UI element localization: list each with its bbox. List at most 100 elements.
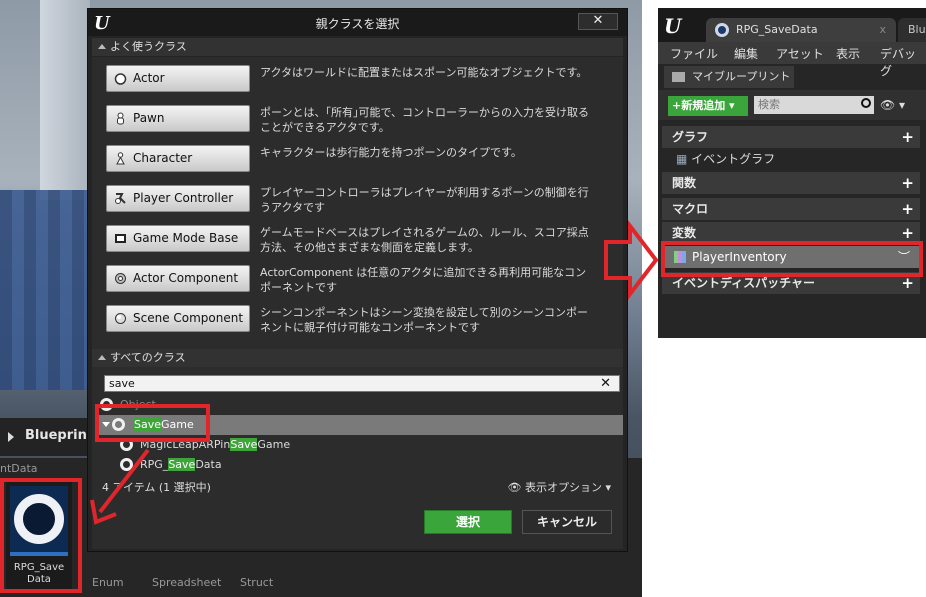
class-description: ActorComponent は任意のアクタに追加できる再利用可能なコンポーネン…	[260, 266, 587, 294]
all-classes-header[interactable]: すべてのクラス	[92, 349, 623, 367]
all-classes-label: すべてのクラス	[110, 351, 186, 364]
class-description: プレイヤーコントローラはプレイヤーが利用するポーンの制御を行うアクタです	[260, 186, 589, 214]
class-description: キャラクターは歩行能力を持つポーンのタイプです。	[260, 146, 522, 159]
clear-search-icon[interactable]: ✕	[600, 376, 611, 391]
plus-icon: +	[672, 99, 682, 112]
view-options-button[interactable]: 👁 表示オプション ▾	[508, 479, 612, 495]
class-description: シーンコンポーネントはシーン変換を設定して別のシーンコンポーネントに親子付け可能…	[260, 306, 589, 334]
add-function-icon[interactable]: +	[901, 172, 914, 194]
menu-asset[interactable]: アセット	[776, 45, 824, 62]
category-label: マクロ	[672, 202, 709, 216]
player-controller-icon	[115, 193, 126, 204]
event-graph-label: イベントグラフ	[691, 152, 776, 166]
category-functions[interactable]: 関数 +	[662, 172, 920, 194]
game-mode-base-class-button[interactable]: Game Mode Base	[106, 225, 250, 252]
common-class-row: Actor アクタはワールドに配置またはスポーン可能なオブジェクトです。	[92, 57, 623, 97]
common-class-row: Actor Component ActorComponent は任意のアクタに追…	[92, 257, 623, 297]
blueprint-strip: Blueprint	[0, 418, 94, 456]
add-new-label: 新規追加	[681, 99, 726, 112]
category-graphs[interactable]: グラフ +	[662, 126, 920, 148]
view-options-eye-icon[interactable]: 👁 ▾	[880, 98, 905, 112]
menu-file[interactable]: ファイル	[670, 45, 718, 62]
event-graph-item[interactable]: ▦ イベントグラフ	[662, 148, 920, 170]
view-options-label: 表示オプション	[524, 481, 602, 494]
common-class-row: Pawn ポーンとは、｢所有｣可能で、コントローラーからの入力を受け取ることがで…	[92, 97, 623, 137]
asset-label-enum: Enum	[92, 576, 124, 589]
search-placeholder: 検索	[758, 98, 780, 111]
viewport-scene-object	[40, 0, 90, 200]
actor-component-class-button[interactable]: Actor Component	[106, 265, 250, 292]
highlight-asset-box	[0, 478, 82, 593]
game-mode-icon	[115, 234, 126, 243]
blueprint-editor-panel: U RPG_SaveData x Blu ファイル 編集 アセット 表示 デバッ…	[658, 8, 926, 338]
cancel-button[interactable]: キャンセル	[522, 510, 612, 534]
class-button-label: Game Mode Base	[133, 231, 239, 245]
class-search-input[interactable]: save ✕	[104, 375, 620, 392]
tab-rpg-savedata[interactable]: RPG_SaveData x	[706, 18, 896, 42]
scene-component-icon	[115, 313, 126, 324]
common-class-row: Game Mode Base ゲームモードベースはプレイされるゲームの、ルール、…	[92, 217, 623, 257]
collapse-arrow-icon	[98, 44, 106, 49]
class-button-label: Scene Component	[133, 311, 244, 325]
book-icon	[672, 72, 685, 82]
actor-component-icon	[115, 273, 126, 284]
class-ring-icon	[120, 458, 133, 471]
class-description: ポーンとは、｢所有｣可能で、コントローラーからの入力を受け取ることができるアクタ…	[260, 106, 590, 134]
editor-titlebar: U RPG_SaveData x Blu	[658, 8, 926, 42]
add-macro-icon[interactable]: +	[901, 198, 914, 220]
scene-component-class-button[interactable]: Scene Component	[106, 305, 250, 332]
add-new-button[interactable]: +新規追加 ▾	[668, 96, 748, 116]
pawn-class-button[interactable]: Pawn	[106, 105, 250, 132]
event-graph-icon: ▦	[676, 152, 692, 166]
all-classes-panel: すべてのクラス save ✕ Object SaveGame MagicLeap…	[92, 349, 623, 549]
menu-bar: ファイル 編集 アセット 表示 デバッグ	[658, 42, 926, 78]
blueprint-label: Blueprint	[25, 428, 94, 443]
item-count: 4 アイテム (1 選択中)	[102, 481, 211, 494]
actor-icon	[114, 73, 127, 85]
viewport-floor	[0, 190, 90, 390]
search-match: Save	[230, 438, 258, 451]
menu-view[interactable]: 表示	[836, 45, 860, 62]
common-class-row: Scene Component シーンコンポーネントはシーン変換を設定して別のシ…	[92, 297, 623, 337]
tab-my-blueprint[interactable]: マイブループリント	[664, 66, 794, 88]
class-button-label: Player Controller	[133, 191, 234, 205]
highlight-variable-box	[661, 241, 923, 277]
class-button-label: Pawn	[133, 111, 165, 125]
common-classes-label: よく使うクラス	[110, 40, 187, 53]
category-macros[interactable]: マクロ +	[662, 198, 920, 220]
pick-parent-class-dialog: U 親クラスを選択 ✕ よく使うクラス Actor アクタはワールドに配置または…	[87, 8, 628, 552]
asset-label-spreadsheet: Spreadsheet	[152, 576, 222, 589]
tree-row-rpg-savedata[interactable]: RPG_SaveData	[96, 455, 623, 475]
chevron-down-icon: ▾	[601, 481, 611, 494]
close-button[interactable]: ✕	[578, 13, 618, 30]
menu-debug[interactable]: デバッグ	[880, 45, 926, 79]
highlight-savegame-box	[95, 404, 210, 442]
class-button-label: Actor Component	[133, 271, 239, 285]
class-search-value: save	[109, 377, 135, 390]
dialog-title: 親クラスを選択	[315, 17, 400, 31]
search-match: Save	[168, 458, 196, 471]
dialog-titlebar: U 親クラスを選択 ✕	[88, 9, 627, 36]
tab-close-icon[interactable]: x	[879, 18, 886, 42]
category-label: グラフ	[672, 130, 709, 144]
category-label: 変数	[672, 226, 697, 240]
character-class-button[interactable]: Character	[106, 145, 250, 172]
menu-edit[interactable]: 編集	[734, 45, 758, 62]
category-label: イベントディスパッチャー	[672, 276, 816, 290]
chevron-down-icon: ▾	[725, 99, 735, 112]
savegame-ring-icon	[715, 23, 729, 37]
common-class-row: Character キャラクターは歩行能力を持つポーンのタイプです。	[92, 137, 623, 177]
tab-blueprint[interactable]: Blu	[898, 18, 926, 42]
select-button[interactable]: 選択	[424, 510, 512, 534]
unreal-logo-icon: U	[664, 14, 682, 38]
collapse-arrow-icon[interactable]	[8, 432, 14, 442]
player-controller-class-button[interactable]: Player Controller	[106, 185, 250, 212]
my-blueprint-toolbar: +新規追加 ▾ 検索 👁 ▾	[658, 90, 926, 120]
actor-class-button[interactable]: Actor	[106, 65, 250, 92]
class-button-label: Actor	[133, 71, 165, 85]
blueprint-search-input[interactable]: 検索	[754, 96, 874, 114]
add-graph-icon[interactable]: +	[901, 126, 914, 148]
tree-label-rpg-savedata: RPG_SaveData	[140, 458, 222, 471]
common-classes-list: Actor アクタはワールドに配置またはスポーン可能なオブジェクトです。 Paw…	[92, 57, 623, 349]
common-classes-header[interactable]: よく使うクラス	[92, 38, 623, 56]
